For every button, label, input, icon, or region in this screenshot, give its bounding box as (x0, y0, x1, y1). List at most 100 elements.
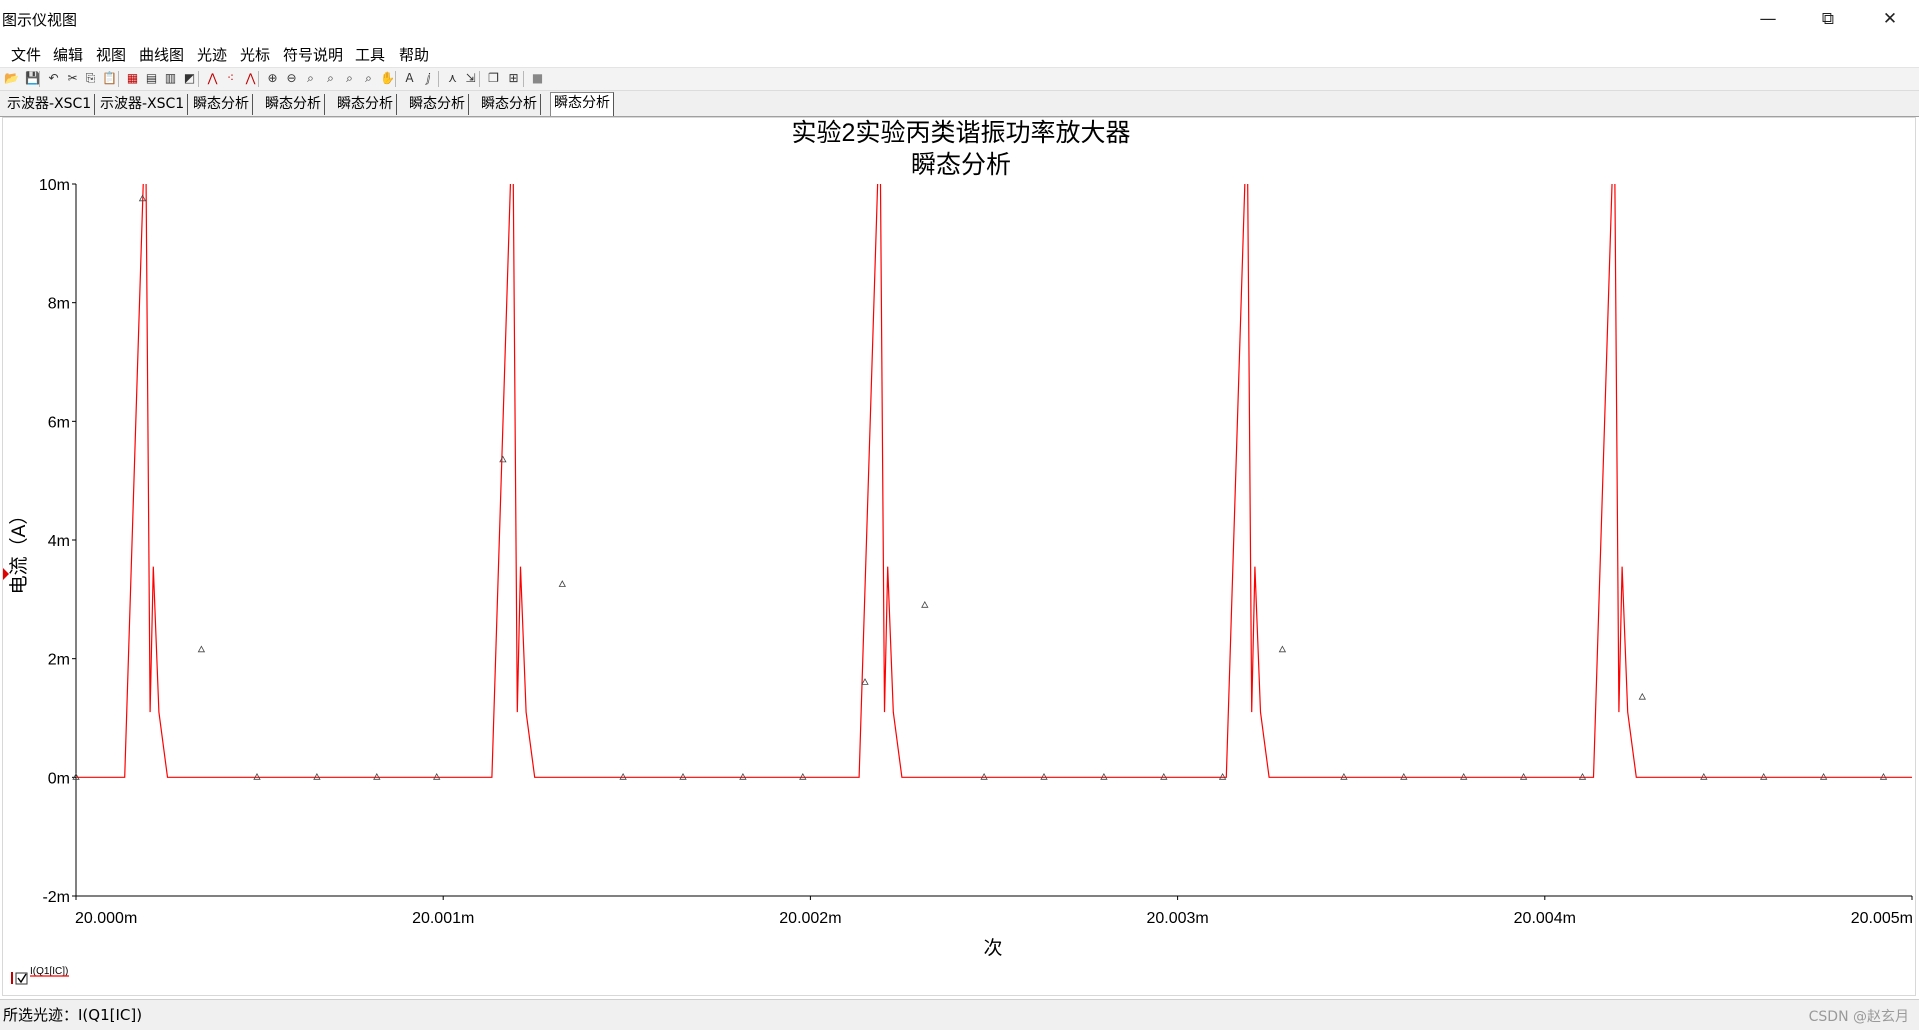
zoom-out-icon[interactable]: ⊖ (283, 70, 300, 87)
x-tick-label: 20.002m (779, 910, 841, 927)
y-tick-label: -2m (42, 889, 70, 906)
toolbar-separator (39, 71, 40, 87)
y-tick-label: 4m (48, 533, 70, 550)
open-icon[interactable]: 📂 (3, 70, 20, 87)
data-marker (1819, 772, 1828, 780)
restore-button[interactable]: ⧉ (1800, 0, 1856, 38)
zoom-y-icon[interactable]: ⌕ (341, 70, 358, 87)
tab-8[interactable]: 瞬态分析 (550, 92, 614, 116)
pan-hand-icon[interactable]: ✋ (379, 70, 396, 87)
show-cursors-icon[interactable]: ⋀ (204, 70, 221, 87)
data-marker (1040, 772, 1048, 780)
tab-6[interactable]: 瞬态分析 (406, 94, 469, 115)
data-marker (1278, 645, 1287, 653)
x-tick-label: 20.004m (1514, 910, 1576, 927)
data-marker (313, 772, 321, 780)
data-markers-icon[interactable]: ⁖ (222, 70, 239, 87)
data-marker (679, 772, 687, 780)
overlay-icon[interactable]: ❐ (485, 70, 502, 87)
menu-bar: 文件 编辑 视图 曲线图 光迹 光标 符号说明 工具 帮助 (0, 40, 1919, 68)
tab-1[interactable]: 示波器-XSC1 (4, 94, 96, 115)
toolbar-separator (395, 71, 396, 87)
tab-2[interactable]: 示波器-XSC1 (97, 94, 189, 115)
chart: 实验2实验丙类谐振功率放大器瞬态分析 -2m 0m 2m 4m 6m 8m 10m 20.000… (3, 119, 1913, 985)
tab-5[interactable]: 瞬态分析 (334, 94, 397, 115)
text-annotation-icon[interactable]: A (401, 70, 418, 87)
menu-view[interactable]: 视图 (93, 44, 129, 65)
tab-3[interactable]: 瞬态分析 (190, 94, 253, 115)
data-marker (1100, 772, 1108, 780)
cursor-marks-icon[interactable]: ⋀ (242, 70, 259, 87)
menu-cursor[interactable]: 光标 (237, 44, 273, 65)
data-marker (499, 455, 507, 463)
data-marker (558, 580, 566, 587)
minimize-button[interactable]: — (1740, 0, 1796, 38)
chart-subtitle: 瞬态分析 (911, 151, 1011, 179)
data-marker (197, 645, 206, 653)
y-tick-label: 10m (39, 177, 70, 194)
data-marker (1400, 772, 1408, 780)
data-marker (1519, 772, 1528, 780)
menu-graph[interactable]: 曲线图 (136, 44, 187, 65)
reverse-colors-icon[interactable]: ◩ (181, 70, 198, 87)
add-trace-icon[interactable]: ⋏ (444, 70, 461, 87)
export-icon[interactable]: ⇲ (462, 70, 479, 87)
menu-help[interactable]: 帮助 (396, 44, 432, 65)
toolbar-separator (523, 71, 524, 87)
tab-7[interactable]: 瞬态分析 (478, 94, 541, 115)
menu-file[interactable]: 文件 (8, 44, 44, 65)
y-tick-label: 0m (48, 770, 70, 787)
data-marker (253, 772, 261, 780)
status-bar: 所选光迹：I(Q1[IC]) CSDN @赵玄月 (0, 999, 1919, 1030)
data-marker (1160, 772, 1168, 780)
toolbar-separator (438, 71, 439, 87)
series-line (76, 184, 1912, 778)
cut-icon[interactable]: ✂ (64, 70, 81, 87)
menu-tools[interactable]: 工具 (352, 44, 388, 65)
copy-icon[interactable]: ⎘ (82, 70, 99, 87)
title-bar: 图示仪视图 — ⧉ ✕ (0, 0, 1919, 38)
toolbar: 📂 💾 ↶ ✂ ⎘ 📋 ▦ ▤ ▥ ◩ ⋀ ⁖ ⋀ ⊕ ⊖ ⌕ ⌕ ⌕ ⌕ ✋ Aⅉ ⋏ ⇲ ❐ ⊞ ■ (0, 68, 1919, 91)
data-marker (799, 772, 807, 780)
y-axis-label: 电流（A） (8, 506, 30, 595)
menu-trace[interactable]: 光迹 (194, 44, 230, 65)
plot-area: 实验2实验丙类谐振功率放大器 瞬态分析 -2m 0m 2m 4m 6m 8m 10m 20.000… (2, 117, 1916, 996)
x-tick-label: 20.005m (1851, 910, 1913, 927)
graph-properties-icon[interactable]: ▥ (162, 70, 179, 87)
window-title: 图示仪视图 (2, 11, 78, 29)
restore-icon: ⧉ (1821, 9, 1835, 29)
zoom-in-icon[interactable]: ⊕ (264, 70, 281, 87)
tab-4[interactable]: 瞬态分析 (262, 94, 325, 115)
zoom-area-icon[interactable]: ⌕ (302, 70, 319, 87)
data-marker (1578, 772, 1587, 780)
data-marker (1700, 772, 1708, 780)
data-marker (619, 772, 627, 780)
data-marker (373, 772, 381, 780)
x-tick-label: 20.000m (75, 910, 137, 927)
data-marker (1638, 692, 1646, 700)
paste-icon[interactable]: 📋 (101, 70, 118, 87)
y-tick-label: 6m (48, 414, 70, 431)
selected-trace-label: 所选光迹：I(Q1[IC]) (3, 1006, 143, 1024)
toolbar-separator (479, 71, 480, 87)
x-tick-label: 20.003m (1146, 910, 1208, 927)
zoom-full-icon[interactable]: ⌕ (360, 70, 377, 87)
menu-legend[interactable]: 符号说明 (280, 44, 346, 65)
data-marker (433, 772, 441, 780)
close-button[interactable]: ✕ (1862, 0, 1918, 38)
y-tick-label: 2m (48, 652, 70, 669)
stop-icon[interactable]: ■ (529, 70, 546, 87)
legend-icon[interactable]: ▤ (143, 70, 160, 87)
data-marker (1760, 772, 1768, 780)
undo-icon[interactable]: ↶ (45, 70, 62, 87)
watermark: CSDN @赵玄月 (1808, 1009, 1909, 1025)
label-icon[interactable]: ⅉ (420, 70, 437, 87)
zoom-x-icon[interactable]: ⌕ (322, 70, 339, 87)
menu-edit[interactable]: 编辑 (50, 44, 86, 65)
data-marker (739, 772, 747, 780)
grid-icon[interactable]: ▦ (124, 70, 141, 87)
export-excel-icon[interactable]: ⊞ (505, 70, 522, 87)
data-marker (861, 678, 869, 685)
minimize-icon: — (1759, 9, 1777, 29)
data-marker (1340, 772, 1348, 780)
